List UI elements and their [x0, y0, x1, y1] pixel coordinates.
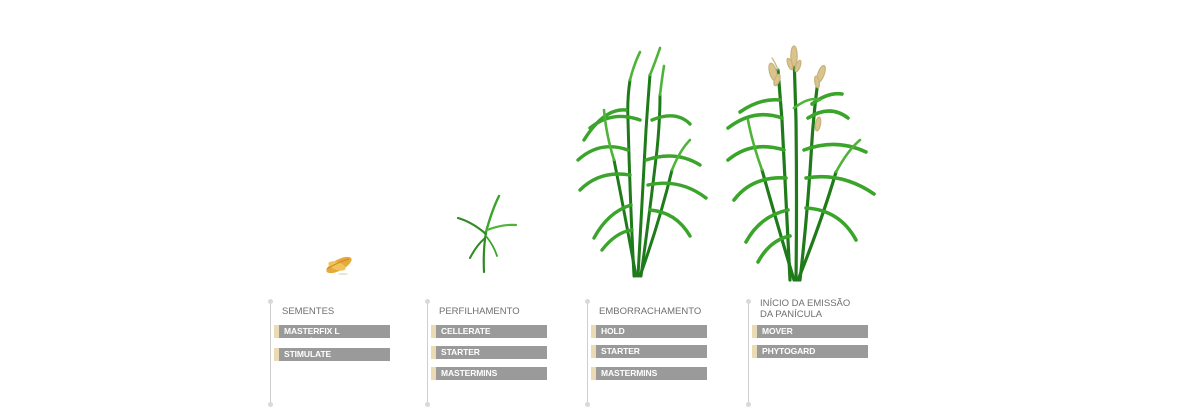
product-marker: [752, 345, 757, 358]
timeline-line: [585, 299, 590, 407]
product-label: HOLD: [601, 326, 625, 336]
product-marker: [752, 325, 757, 338]
product-label: MASTERMINS: [441, 368, 498, 378]
product-label: CELLERATE: [441, 326, 491, 336]
seedling-icon: [456, 194, 518, 274]
stage-sementes: SEMENTES MASTERFIX L GRAMÍNEAS STIMULATE: [268, 298, 400, 410]
product-mastermins[interactable]: MASTERMINS: [431, 367, 547, 380]
timeline-line: [268, 299, 273, 407]
product-label: STIMULATE: [284, 349, 332, 359]
product-marker: [274, 325, 279, 338]
stage-emborrachamento: EMBORRACHAMENTO HOLD STARTER MASTERMINS: [585, 298, 717, 410]
stage-title: SEMENTES: [282, 306, 335, 317]
product-marker: [431, 325, 436, 338]
product-label: MASTERFIX L GRAMÍNEAS: [284, 326, 340, 347]
product-marker: [591, 345, 596, 358]
product-hold[interactable]: HOLD: [591, 325, 707, 338]
product-marker: [431, 346, 436, 359]
product-starter[interactable]: STARTER: [431, 346, 547, 359]
product-mover[interactable]: MOVER: [752, 325, 868, 338]
product-phytogard[interactable]: PHYTOGARD: [752, 345, 868, 358]
grass-plant-icon: [576, 46, 708, 278]
stage-title: EMBORRACHAMENTO: [599, 306, 702, 317]
flowering-grass-icon: [726, 45, 876, 282]
stage-inicio-emissao-panicula: INÍCIO DA EMISSÃO DA PANÍCULA MOVER PHYT…: [746, 298, 878, 410]
product-marker: [591, 325, 596, 338]
product-cellerate[interactable]: CELLERATE: [431, 325, 547, 338]
timeline-line: [425, 299, 430, 407]
product-marker: [274, 348, 279, 361]
product-starter[interactable]: STARTER: [591, 345, 707, 358]
product-mastermins[interactable]: MASTERMINS: [591, 367, 707, 380]
stage-perfilhamento: PERFILHAMENTO CELLERATE STARTER MASTERMI…: [425, 298, 557, 410]
product-stimulate[interactable]: STIMULATE: [274, 348, 390, 361]
product-label: MOVER: [762, 326, 793, 336]
stage-title: INÍCIO DA EMISSÃO DA PANÍCULA: [760, 298, 851, 320]
product-marker: [431, 367, 436, 380]
product-label: PHYTOGARD: [762, 346, 816, 356]
seed-icon: [326, 256, 352, 275]
product-label: MASTERMINS: [601, 368, 658, 378]
growth-stages-infographic: SEMENTES MASTERFIX L GRAMÍNEAS STIMULATE…: [0, 0, 1192, 417]
product-marker: [591, 367, 596, 380]
timeline-line: [746, 299, 751, 407]
product-label: STARTER: [441, 347, 480, 357]
illustrations: [326, 45, 876, 282]
product-label: STARTER: [601, 346, 640, 356]
product-masterfix-l-gramineas[interactable]: MASTERFIX L GRAMÍNEAS: [274, 325, 390, 347]
stage-title: PERFILHAMENTO: [439, 306, 520, 317]
